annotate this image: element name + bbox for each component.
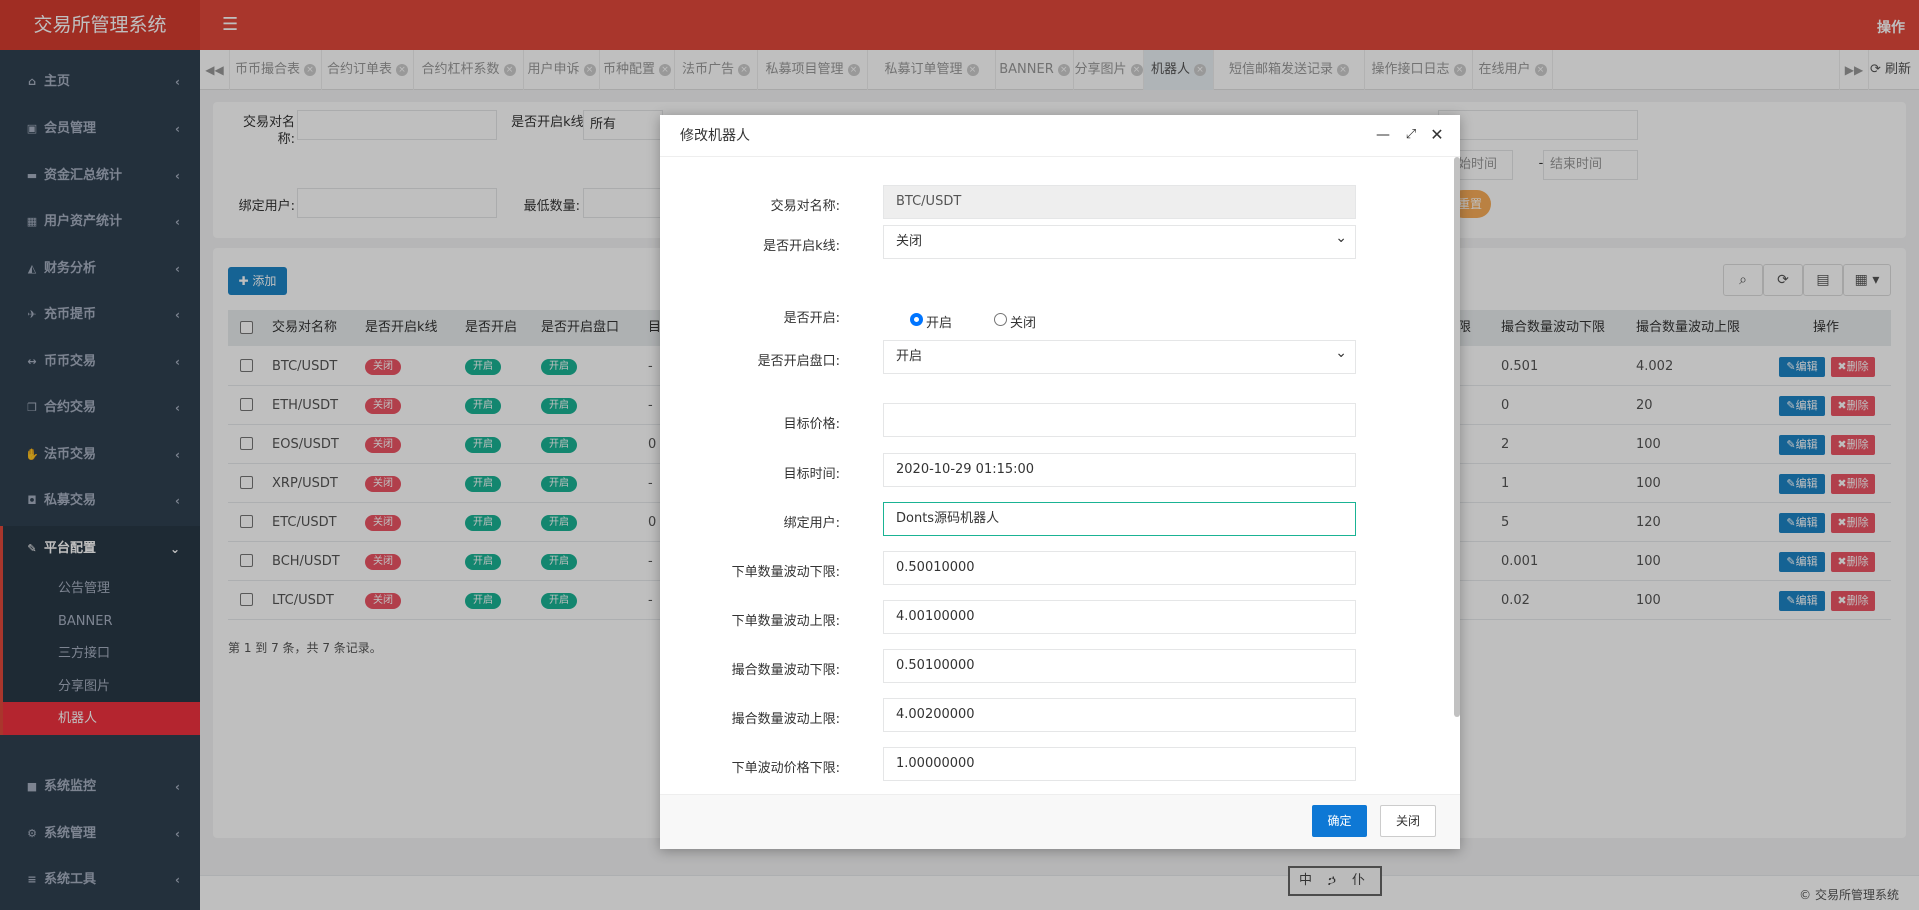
modal-scrollbar[interactable] bbox=[1454, 157, 1460, 717]
order-max-input[interactable]: 4.00100000 bbox=[883, 600, 1356, 634]
confirm-button[interactable]: 确定 bbox=[1312, 805, 1367, 837]
bind-user-label: 绑定用户: bbox=[783, 516, 840, 531]
price-min-input[interactable]: 1.00000000 bbox=[883, 747, 1356, 781]
target-price-label: 目标价格: bbox=[783, 417, 840, 432]
modal-footer: 确定 关闭 bbox=[660, 794, 1460, 849]
target-time-input[interactable]: 2020-10-29 01:15:00 bbox=[883, 453, 1356, 487]
depth-label: 是否开启盘口: bbox=[757, 354, 840, 369]
modal-header: 修改机器人 — ⤢ ✕ bbox=[660, 115, 1460, 157]
match-min-input[interactable]: 0.50100000 bbox=[883, 649, 1356, 683]
match-min-label: 撮合数量波动下限: bbox=[731, 663, 840, 678]
kline-select[interactable]: 关闭 bbox=[883, 222, 1356, 259]
target-price-input[interactable] bbox=[883, 403, 1356, 437]
target-time-label: 目标时间: bbox=[783, 467, 840, 482]
bind-user-input[interactable]: Donts源码机器人 bbox=[883, 502, 1356, 536]
order-max-label: 下单数量波动上限: bbox=[731, 614, 840, 629]
minimize-icon[interactable]: — bbox=[1373, 125, 1393, 145]
pair-label: 交易对名称: bbox=[770, 199, 840, 214]
price-min-label: 下单波动价格下限: bbox=[731, 761, 840, 776]
match-max-input[interactable]: 4.00200000 bbox=[883, 698, 1356, 732]
order-min-input[interactable]: 0.50010000 bbox=[883, 551, 1356, 585]
close-button[interactable]: 关闭 bbox=[1380, 805, 1436, 837]
enabled-on-label: 开启 bbox=[926, 316, 953, 331]
modal-body: 交易对名称: BTC/USDT 是否开启k线: 关闭 是否开启: 开启 关闭 是… bbox=[660, 157, 1460, 794]
modal-title: 修改机器人 bbox=[680, 128, 750, 144]
kline-label: 是否开启k线: bbox=[763, 239, 840, 254]
enabled-off-label: 关闭 bbox=[1010, 316, 1037, 331]
depth-select[interactable]: 开启 bbox=[883, 337, 1356, 374]
edit-robot-modal: 修改机器人 — ⤢ ✕ 交易对名称: BTC/USDT 是否开启k线: 关闭 是… bbox=[660, 115, 1460, 849]
pair-input[interactable]: BTC/USDT bbox=[883, 185, 1356, 219]
close-icon[interactable]: ✕ bbox=[1427, 125, 1447, 145]
enabled-on-radio[interactable] bbox=[910, 313, 923, 326]
match-max-label: 撮合数量波动上限: bbox=[731, 712, 840, 727]
order-min-label: 下单数量波动下限: bbox=[731, 565, 840, 580]
enabled-off-radio[interactable] bbox=[994, 313, 1007, 326]
enabled-label: 是否开启: bbox=[783, 311, 840, 326]
maximize-icon[interactable]: ⤢ bbox=[1401, 125, 1421, 145]
